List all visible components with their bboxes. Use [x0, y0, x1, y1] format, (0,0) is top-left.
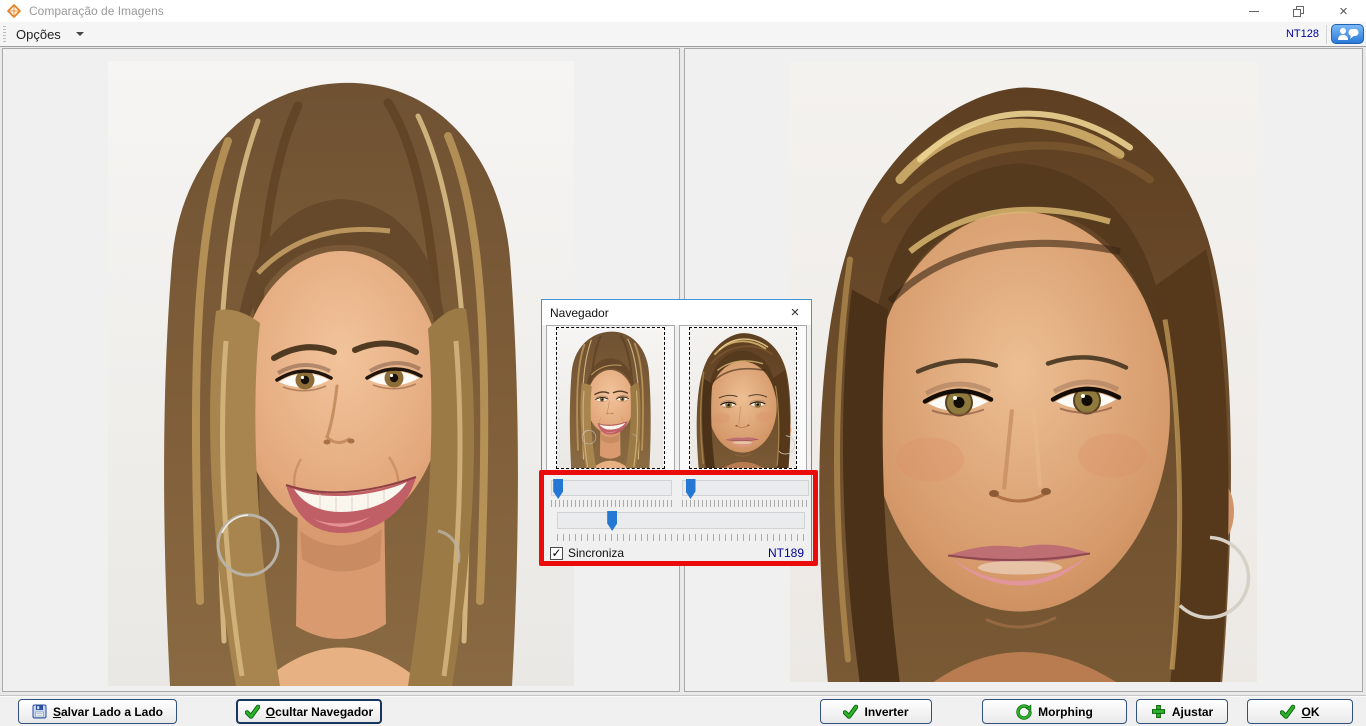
morphing-button[interactable]: Morphing	[982, 699, 1127, 724]
chevron-down-icon	[76, 32, 84, 36]
inverter-button[interactable]: Inverter	[820, 699, 932, 724]
window-title: Comparação de Imagens	[29, 4, 164, 18]
status-code-nt128: NT128	[1286, 28, 1319, 40]
minimize-icon	[1249, 11, 1259, 12]
app-diamond-icon	[7, 4, 21, 18]
plus-icon	[1151, 704, 1166, 719]
right-thumbnail-panel	[679, 325, 808, 474]
close-button[interactable]: ×	[1321, 0, 1366, 22]
right-photo-closeup[interactable]	[790, 62, 1257, 682]
button-label: OK	[1301, 705, 1319, 719]
sincroniza-label: Sincroniza	[568, 546, 624, 560]
ocultar-navegador-button[interactable]: Ocultar Navegador	[236, 699, 382, 724]
left-photo-smiling[interactable]	[108, 61, 574, 686]
left-thumbnail-panel	[546, 325, 675, 474]
restore-icon	[1293, 6, 1304, 17]
close-icon: ×	[791, 304, 800, 321]
person-chat-icon	[1336, 27, 1360, 41]
right-zoom-slider[interactable]	[682, 480, 809, 496]
user-chat-button[interactable]	[1331, 24, 1364, 44]
navigator-title: Navegador	[550, 306, 609, 320]
button-label: Morphing	[1038, 705, 1093, 719]
menubar: Opções NT128	[0, 22, 1366, 47]
minimize-button[interactable]	[1231, 0, 1276, 22]
left-thumbnail-viewport[interactable]	[556, 327, 665, 469]
menu-opcoes-label: Opções	[16, 27, 61, 42]
morphing-icon	[1016, 704, 1032, 720]
navigator-titlebar[interactable]: Navegador ×	[542, 300, 811, 325]
window-titlebar: Comparação de Imagens ×	[0, 0, 1366, 22]
check-icon	[1280, 704, 1295, 719]
button-label: Ajustar	[1172, 705, 1213, 719]
navigator-dialog: Navegador × ✓	[541, 299, 812, 562]
button-label: Inverter	[864, 705, 908, 719]
tick-marks	[551, 500, 672, 507]
status-code-nt189: NT189	[768, 546, 804, 560]
ajustar-button[interactable]: Ajustar	[1136, 699, 1228, 724]
separator	[1326, 25, 1327, 44]
close-icon: ×	[1339, 4, 1348, 19]
slider-thumb[interactable]	[686, 479, 696, 499]
slider-thumb[interactable]	[553, 479, 563, 499]
check-icon	[245, 704, 260, 719]
comparison-workarea: Navegador × ✓	[0, 47, 1366, 695]
salvar-lado-a-lado-button[interactable]: Salvar Lado a Lado	[18, 699, 177, 724]
tick-marks	[682, 500, 809, 507]
check-icon	[843, 704, 858, 719]
sync-zoom-slider[interactable]	[557, 512, 805, 529]
navigator-close-button[interactable]: ×	[779, 300, 811, 325]
restore-button[interactable]	[1276, 0, 1321, 22]
right-thumbnail-viewport[interactable]	[689, 327, 798, 469]
tick-marks	[557, 534, 805, 541]
button-label: Ocultar Navegador	[266, 705, 373, 719]
menu-opcoes[interactable]: Opções	[16, 27, 84, 42]
slider-thumb[interactable]	[607, 511, 617, 531]
toolbar-grip	[3, 26, 6, 43]
sincroniza-checkbox[interactable]: ✓	[550, 547, 563, 560]
ok-button[interactable]: OK	[1247, 699, 1353, 724]
button-label: Salvar Lado a Lado	[53, 705, 163, 719]
bottom-button-bar: Salvar Lado a Lado Ocultar Navegador Inv…	[0, 695, 1366, 726]
save-icon	[32, 704, 47, 719]
left-zoom-slider[interactable]	[551, 480, 672, 496]
